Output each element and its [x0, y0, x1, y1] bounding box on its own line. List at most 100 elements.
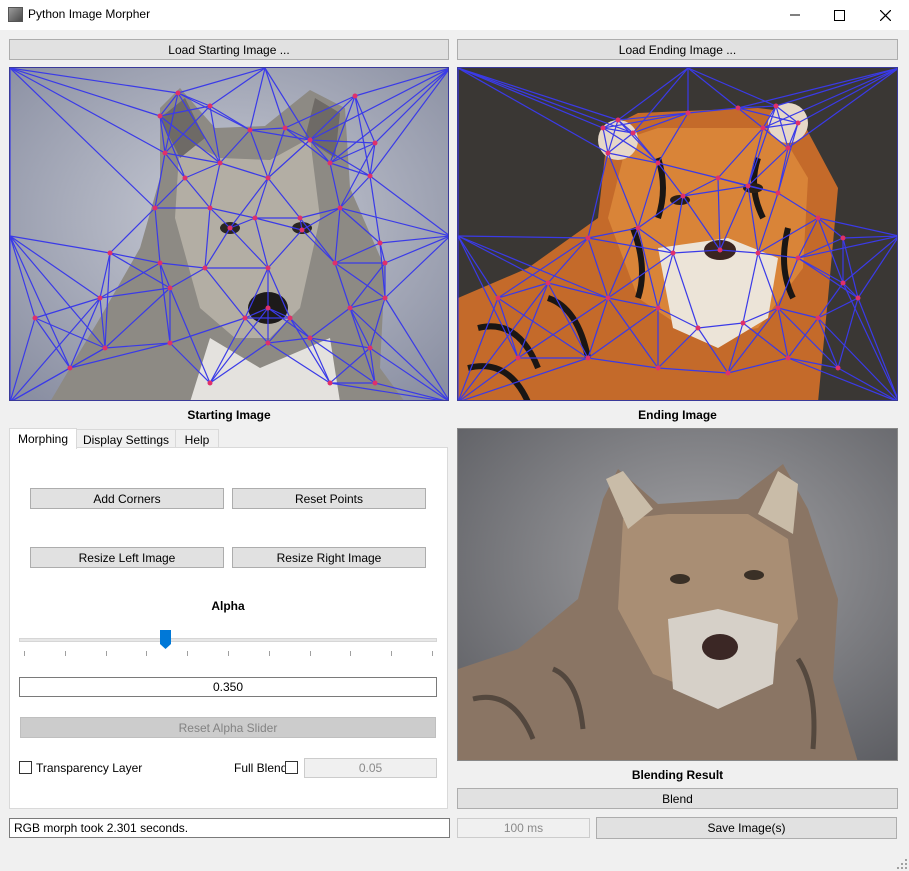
control-point[interactable]	[67, 365, 73, 371]
control-point[interactable]	[152, 205, 158, 211]
tab-display-settings[interactable]: Display Settings	[76, 429, 176, 449]
control-point[interactable]	[167, 285, 173, 291]
control-point[interactable]	[207, 103, 213, 109]
control-point[interactable]	[725, 370, 731, 376]
control-point[interactable]	[157, 113, 163, 119]
resize-grip-icon[interactable]	[897, 859, 907, 869]
control-point[interactable]	[307, 137, 313, 143]
control-point[interactable]	[773, 103, 779, 109]
control-point[interactable]	[327, 160, 333, 166]
control-point[interactable]	[382, 295, 388, 301]
control-point[interactable]	[367, 173, 373, 179]
resize-right-image-button[interactable]: Resize Right Image	[232, 547, 426, 568]
control-point[interactable]	[207, 205, 213, 211]
control-point[interactable]	[157, 260, 163, 266]
control-point[interactable]	[655, 365, 661, 371]
control-point[interactable]	[217, 160, 223, 166]
control-point[interactable]	[655, 160, 661, 166]
control-point[interactable]	[297, 215, 303, 221]
control-point[interactable]	[382, 260, 388, 266]
control-point[interactable]	[175, 90, 181, 96]
control-point[interactable]	[32, 315, 38, 321]
control-point[interactable]	[635, 225, 641, 231]
control-point[interactable]	[605, 150, 611, 156]
control-point[interactable]	[372, 380, 378, 386]
control-point[interactable]	[775, 305, 781, 311]
transparency-layer-checkbox[interactable]	[19, 761, 32, 774]
control-point[interactable]	[855, 295, 861, 301]
control-point[interactable]	[600, 125, 606, 131]
minimize-button[interactable]	[772, 0, 818, 30]
control-point[interactable]	[282, 125, 288, 131]
control-point[interactable]	[167, 340, 173, 346]
control-point[interactable]	[287, 315, 293, 321]
control-point[interactable]	[795, 255, 801, 261]
control-point[interactable]	[299, 227, 305, 233]
blend-step-field[interactable]: 0.05	[304, 758, 437, 778]
control-point[interactable]	[102, 345, 108, 351]
control-point[interactable]	[785, 355, 791, 361]
control-point[interactable]	[745, 183, 751, 189]
alpha-slider[interactable]	[19, 638, 437, 642]
control-point[interactable]	[332, 260, 338, 266]
control-point[interactable]	[347, 305, 353, 311]
control-point[interactable]	[515, 355, 521, 361]
save-images-button[interactable]: Save Image(s)	[596, 817, 897, 839]
control-point[interactable]	[307, 335, 313, 341]
frame-interval-field[interactable]: 100 ms	[457, 818, 590, 838]
control-point[interactable]	[740, 320, 746, 326]
control-point[interactable]	[755, 250, 761, 256]
control-point[interactable]	[202, 265, 208, 271]
alpha-value-field[interactable]: 0.350	[19, 677, 437, 697]
control-point[interactable]	[715, 175, 721, 181]
ending-image-view[interactable]	[457, 67, 898, 401]
control-point[interactable]	[227, 225, 233, 231]
control-point[interactable]	[615, 117, 621, 123]
starting-image-view[interactable]	[9, 67, 449, 401]
control-point[interactable]	[247, 127, 253, 133]
control-point[interactable]	[207, 380, 213, 386]
control-point[interactable]	[815, 315, 821, 321]
blend-button[interactable]: Blend	[457, 788, 898, 809]
full-blend-checkbox[interactable]	[285, 761, 298, 774]
control-point[interactable]	[840, 235, 846, 241]
control-point[interactable]	[605, 295, 611, 301]
control-point[interactable]	[585, 235, 591, 241]
control-point[interactable]	[107, 250, 113, 256]
control-point[interactable]	[670, 250, 676, 256]
control-point[interactable]	[377, 240, 383, 246]
control-point[interactable]	[372, 140, 378, 146]
reset-alpha-slider-button[interactable]: Reset Alpha Slider	[20, 717, 436, 738]
control-point[interactable]	[835, 365, 841, 371]
close-button[interactable]	[862, 0, 908, 30]
reset-points-button[interactable]: Reset Points	[232, 488, 426, 509]
control-point[interactable]	[242, 315, 248, 321]
control-point[interactable]	[785, 145, 791, 151]
load-starting-image-button[interactable]: Load Starting Image ...	[9, 39, 449, 60]
control-point[interactable]	[265, 175, 271, 181]
control-point[interactable]	[760, 125, 766, 131]
control-point[interactable]	[717, 247, 723, 253]
control-point[interactable]	[337, 205, 343, 211]
control-point[interactable]	[630, 130, 636, 136]
control-point[interactable]	[327, 380, 333, 386]
control-point[interactable]	[265, 265, 271, 271]
control-point[interactable]	[735, 105, 741, 111]
control-point[interactable]	[680, 193, 686, 199]
resize-left-image-button[interactable]: Resize Left Image	[30, 547, 224, 568]
control-point[interactable]	[655, 305, 661, 311]
control-point[interactable]	[265, 340, 271, 346]
control-point[interactable]	[182, 175, 188, 181]
load-ending-image-button[interactable]: Load Ending Image ...	[457, 39, 898, 60]
control-point[interactable]	[265, 305, 271, 311]
maximize-button[interactable]	[816, 0, 862, 30]
control-point[interactable]	[585, 355, 591, 361]
control-point[interactable]	[815, 215, 821, 221]
control-point[interactable]	[97, 295, 103, 301]
control-point[interactable]	[367, 345, 373, 351]
control-point[interactable]	[495, 295, 501, 301]
control-point[interactable]	[162, 150, 168, 156]
control-point[interactable]	[352, 93, 358, 99]
control-point[interactable]	[775, 190, 781, 196]
tab-morphing[interactable]: Morphing	[9, 428, 77, 449]
